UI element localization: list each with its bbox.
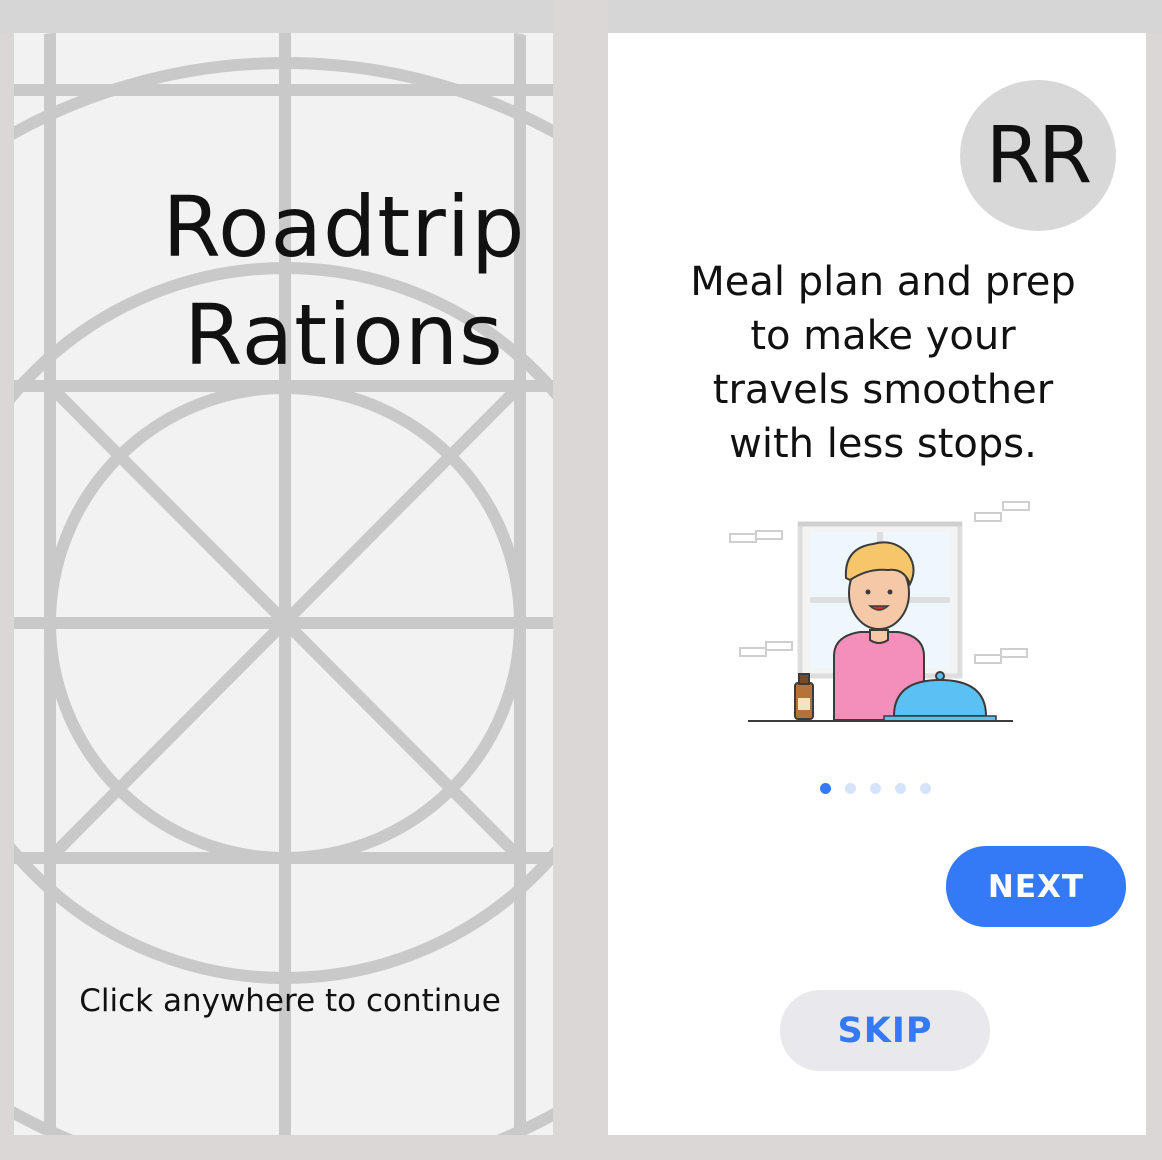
person-with-dinner-illustration [729,501,1030,722]
app-title-line-2: Rations [184,286,504,384]
app-title-line-1: Roadtrip [162,178,526,276]
page-dot[interactable] [845,783,856,794]
skip-button[interactable]: SKIP [780,990,990,1071]
tagline-line: Meal plan and prep [690,259,1076,305]
app-logo-avatar: RR [960,80,1116,231]
app-title: Roadtrip Rations [154,173,534,389]
continue-hint: Click anywhere to continue [79,983,501,1019]
splash-screen[interactable]: Roadtrip Rations Click anywhere to conti… [14,33,553,1135]
onboarding-screen: RR Meal plan and prep to make your trave… [608,33,1146,1135]
page-dot[interactable] [895,783,906,794]
page-dot[interactable] [920,783,931,794]
page-dot-active[interactable] [820,783,831,794]
tagline-line: with less stops. [729,421,1037,467]
onboarding-tagline: Meal plan and prep to make your travels … [648,255,1118,471]
page-dot[interactable] [870,783,881,794]
top-bar-gap [553,0,608,33]
tagline-line: travels smoother [712,367,1054,413]
next-button[interactable]: NEXT [946,846,1126,927]
tagline-line: to make your [750,313,1016,359]
page-indicator [820,783,931,794]
